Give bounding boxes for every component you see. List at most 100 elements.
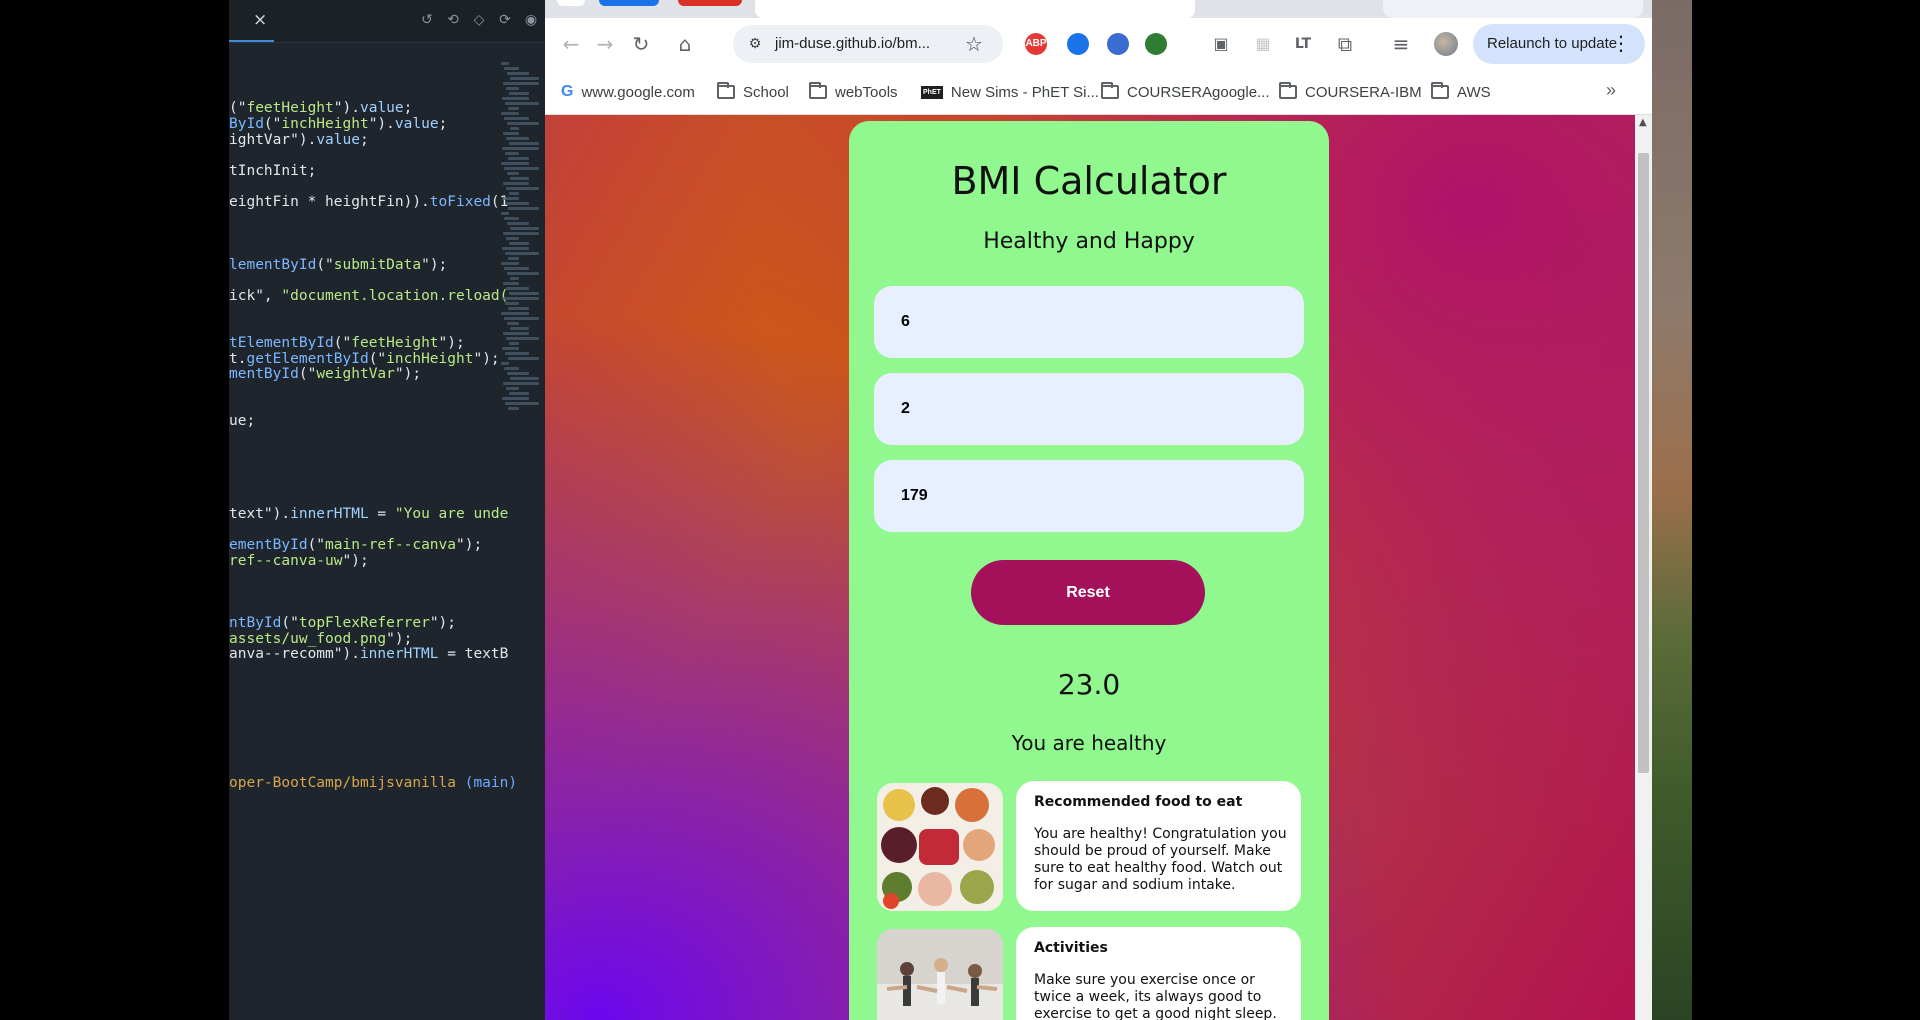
url-text[interactable]: jim-duse.github.io/bm... [775,35,930,52]
code-token: t. [229,351,247,367]
code-line[interactable]: ightVar").value; [229,132,369,148]
minimap-line [508,357,539,360]
reset-button[interactable]: Reset [971,560,1205,625]
minimap-line [506,337,539,340]
tree-extension-icon[interactable] [1145,33,1167,55]
code-line[interactable]: tInchInit; [229,163,316,179]
puzzle-extensions-icon[interactable]: ⧉ [1331,30,1359,58]
next-change-icon[interactable]: ⟳ [497,12,513,28]
reload-icon[interactable]: ↻ [627,30,655,58]
tab-blue[interactable] [599,0,659,6]
code-line[interactable]: text").innerHTML = "You are unde [229,506,508,522]
code-line[interactable]: ue; [229,413,255,429]
code-token: "); [456,537,483,553]
tab-active[interactable] [755,0,1195,18]
code-token: "); [394,366,422,382]
home-icon[interactable]: ⌂ [671,30,699,58]
tab-pinned[interactable] [557,0,585,6]
code-token: anva--recomm"). [229,646,360,662]
bookmark-school[interactable]: School [717,82,789,102]
minimap-line [509,92,529,95]
bookmark-coursera-ibm[interactable]: COURSERA-IBM [1279,82,1422,102]
more-bookmarks-icon[interactable]: » [1606,80,1616,101]
bookmark-phet[interactable]: PhET New Sims - PhET Si... [921,82,1099,102]
screenshot-extension-icon[interactable]: ▣ [1207,30,1235,58]
circle-extension-icon[interactable] [1107,33,1129,55]
folder-icon [1279,82,1297,99]
minimap-line [509,142,539,145]
scroll-thumb[interactable] [1638,153,1649,773]
minimap-line [504,217,519,220]
code-line[interactable]: lementById("submitData"); [229,257,447,273]
code-token: = textB [438,646,509,662]
minimap-line [507,222,529,225]
clipboard-extension-icon[interactable] [1067,33,1089,55]
code-token: topFlexReferrer [298,615,430,631]
code-line[interactable]: ref--canva-uw"); [229,553,369,569]
code-line[interactable]: ementById("main-ref--canva"); [229,537,482,553]
profile-avatar[interactable] [1434,32,1458,56]
more-menu-icon[interactable]: ⋮ [1611,31,1631,55]
minimap-line [501,62,509,65]
inch-height-input[interactable] [874,373,1304,445]
feet-height-input[interactable] [874,286,1304,358]
scroll-up-arrow-icon[interactable]: ▲ [1639,117,1647,128]
folder-icon [1101,82,1119,99]
minimap-line [503,382,539,385]
code-line[interactable]: oper-BootCamp/bmijsvanilla (main) [229,775,517,791]
code-token: feetHeight [351,335,439,351]
code-token: assets/uw_food.png [229,631,387,647]
code-line[interactable]: t.getElementById("inchHeight"); [229,351,500,367]
code-line[interactable]: ("feetHeight").value; [229,100,412,116]
blank-extension-icon[interactable]: ▦ [1249,30,1277,58]
forward-icon[interactable]: → [591,30,619,58]
timeline-icon[interactable]: ◉ [523,12,539,28]
minimap-line [510,327,529,330]
minimap-line [502,197,519,200]
tab-right[interactable] [1383,0,1643,18]
code-token: "document.location.reload( [281,288,509,304]
bookmark-webtools[interactable]: webTools [809,82,898,102]
media-controls-icon[interactable]: ≡ [1387,30,1415,58]
code-line[interactable]: ntById("topFlexReferrer"); [229,615,456,631]
bookmark-aws[interactable]: AWS [1431,82,1491,102]
code-token: (" [368,351,387,367]
bookmark-google[interactable]: Gwww.google.com [561,82,695,102]
bookmark-coursera-google[interactable]: COURSERAgoogle... [1101,82,1270,102]
page-scrollbar[interactable]: ▲ [1635,115,1652,1020]
relaunch-button[interactable]: Relaunch to update ⋮ [1473,24,1645,64]
code-token: lementById [229,257,317,273]
wallpaper-landscape [1652,0,1692,1020]
adblock-plus-icon[interactable]: ABP [1025,33,1047,55]
code-line[interactable]: eightFin * heightFin)).toFixed(1 [229,194,508,210]
code-token: (" [263,116,282,132]
back-icon[interactable]: ← [557,30,585,58]
browser-window: ← → ↻ ⌂ ⚙ jim-duse.github.io/bm... ☆ ▣ ▦… [545,0,1652,1020]
code-line[interactable]: assets/uw_food.png"); [229,631,412,647]
code-line[interactable]: ById("inchHeight").value; [229,116,447,132]
tab-red[interactable] [678,0,742,6]
code-token: (" [281,615,299,631]
minimap-line [501,162,529,165]
minimap-line [505,152,519,155]
code-line[interactable]: tElementById("feetHeight"); [229,335,465,351]
code-token: ById [229,116,264,132]
minimap-line [506,137,529,140]
weight-input[interactable] [874,460,1304,532]
lt-extension-icon[interactable]: LT [1289,30,1317,58]
code-token: ightVar"). [229,132,317,148]
bmi-status: You are healthy [1011,731,1167,755]
code-token: getElementById [246,351,369,367]
site-info-icon[interactable]: ⚙ [745,34,765,54]
bookmark-star-icon[interactable]: ☆ [965,32,983,56]
code-line[interactable]: anva--recomm").innerHTML = textB [229,646,508,662]
address-bar[interactable]: ⚙ jim-duse.github.io/bm... ☆ [733,25,1003,63]
minimap[interactable] [501,60,545,510]
code-area[interactable]: ("feetHeight").value; ById("inchHeight").… [229,0,517,1020]
code-line[interactable]: mentById("weightVar"); [229,366,421,382]
minimap-line [507,172,519,175]
code-token: ntById [229,615,282,631]
code-token: "). [368,116,395,132]
code-line[interactable]: ick", "document.location.reload( [229,288,508,304]
